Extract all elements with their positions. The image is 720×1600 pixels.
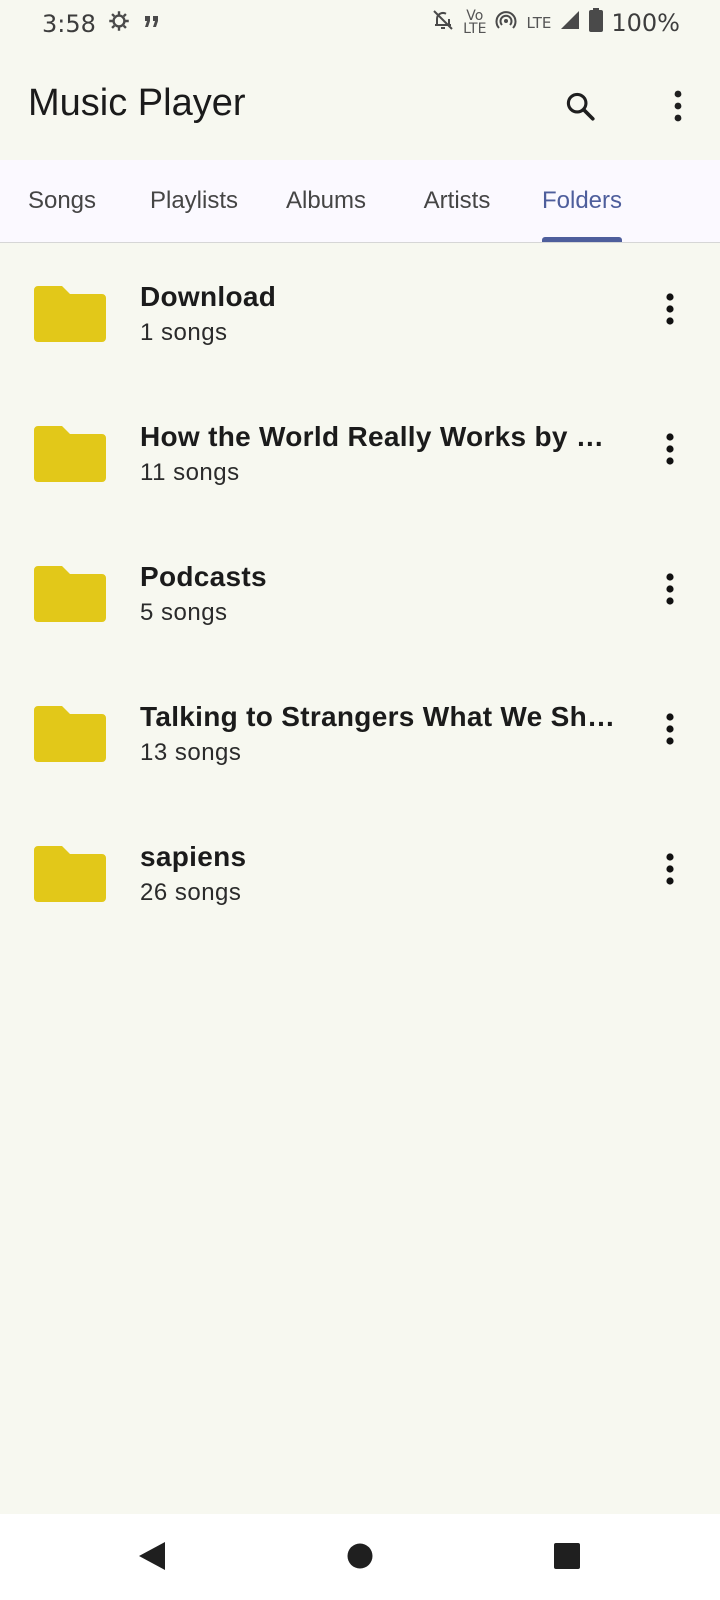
folder-menu-button[interactable] [646,287,694,335]
folder-name: Podcasts [140,561,267,592]
quote-icon [142,10,162,38]
folder-song-count: 11 songs [140,459,240,486]
tab-songs[interactable]: Songs [12,160,112,242]
signal-icon [559,9,581,37]
folder-icon [34,706,106,762]
folder-name: Talking to Strangers What We Shou… [140,701,618,732]
folder-menu-button[interactable] [646,427,694,475]
folder-song-count: 5 songs [140,599,228,626]
more-vert-icon [665,712,675,750]
folder-song-count: 26 songs [140,879,242,906]
tab-albums[interactable]: Albums [274,160,378,242]
folder-list: Download 1 songs How the World Really Wo… [0,243,720,943]
folder-row-how-the-world-really-works[interactable]: How the World Really Works by Vac… 11 so… [0,383,720,523]
app-title: Music Player [28,82,246,124]
status-right: Vo LTE LTE 100% [431,8,680,38]
overflow-menu-button[interactable] [650,80,706,136]
folder-name: sapiens [140,841,247,872]
more-vert-icon [665,432,675,470]
search-icon [563,89,597,128]
folder-menu-button[interactable] [646,707,694,755]
tab-bar: Songs Playlists Albums Artists Folders [0,160,720,243]
volte-bottom: LTE [463,21,487,37]
folder-menu-button[interactable] [646,847,694,895]
status-left: 3:58 [42,8,162,40]
more-vert-icon [665,852,675,890]
folder-icon [34,846,106,902]
more-vert-icon [673,89,683,128]
recents-button[interactable] [543,1534,591,1582]
folder-menu-button[interactable] [646,567,694,615]
folder-name: Download [140,281,277,312]
tab-folders[interactable]: Folders [526,160,638,242]
bell-off-icon [431,8,455,38]
status-bar: 3:58 Vo LTE LTE 100% [0,0,720,50]
hotspot-icon [494,8,518,38]
battery-icon [589,8,604,38]
search-button[interactable] [552,80,608,136]
back-button[interactable] [128,1534,176,1582]
folder-row-sapiens[interactable]: sapiens 26 songs [0,803,720,943]
folder-name: How the World Really Works by Vac… [140,421,618,452]
network-type: LTE [526,14,552,32]
system-navigation-bar [0,1514,720,1600]
folder-icon [34,286,106,342]
gear-icon [106,8,132,40]
tab-indicator [542,237,622,242]
app-bar: Music Player [0,60,720,160]
volte-indicator: Vo LTE [463,9,487,37]
home-icon [346,1542,374,1575]
folder-song-count: 1 songs [140,319,228,346]
more-vert-icon [665,292,675,330]
folder-row-download[interactable]: Download 1 songs [0,243,720,383]
more-vert-icon [665,572,675,610]
folder-row-talking-to-strangers[interactable]: Talking to Strangers What We Shou… 13 so… [0,663,720,803]
battery-level: 100% [611,9,680,37]
recents-icon [553,1542,581,1575]
tab-artists[interactable]: Artists [405,160,509,242]
tab-playlists[interactable]: Playlists [138,160,250,242]
folder-icon [34,566,106,622]
folder-icon [34,426,106,482]
home-button[interactable] [336,1534,384,1582]
back-icon [137,1540,167,1577]
status-time: 3:58 [42,10,96,38]
folder-song-count: 13 songs [140,739,242,766]
folder-row-podcasts[interactable]: Podcasts 5 songs [0,523,720,663]
